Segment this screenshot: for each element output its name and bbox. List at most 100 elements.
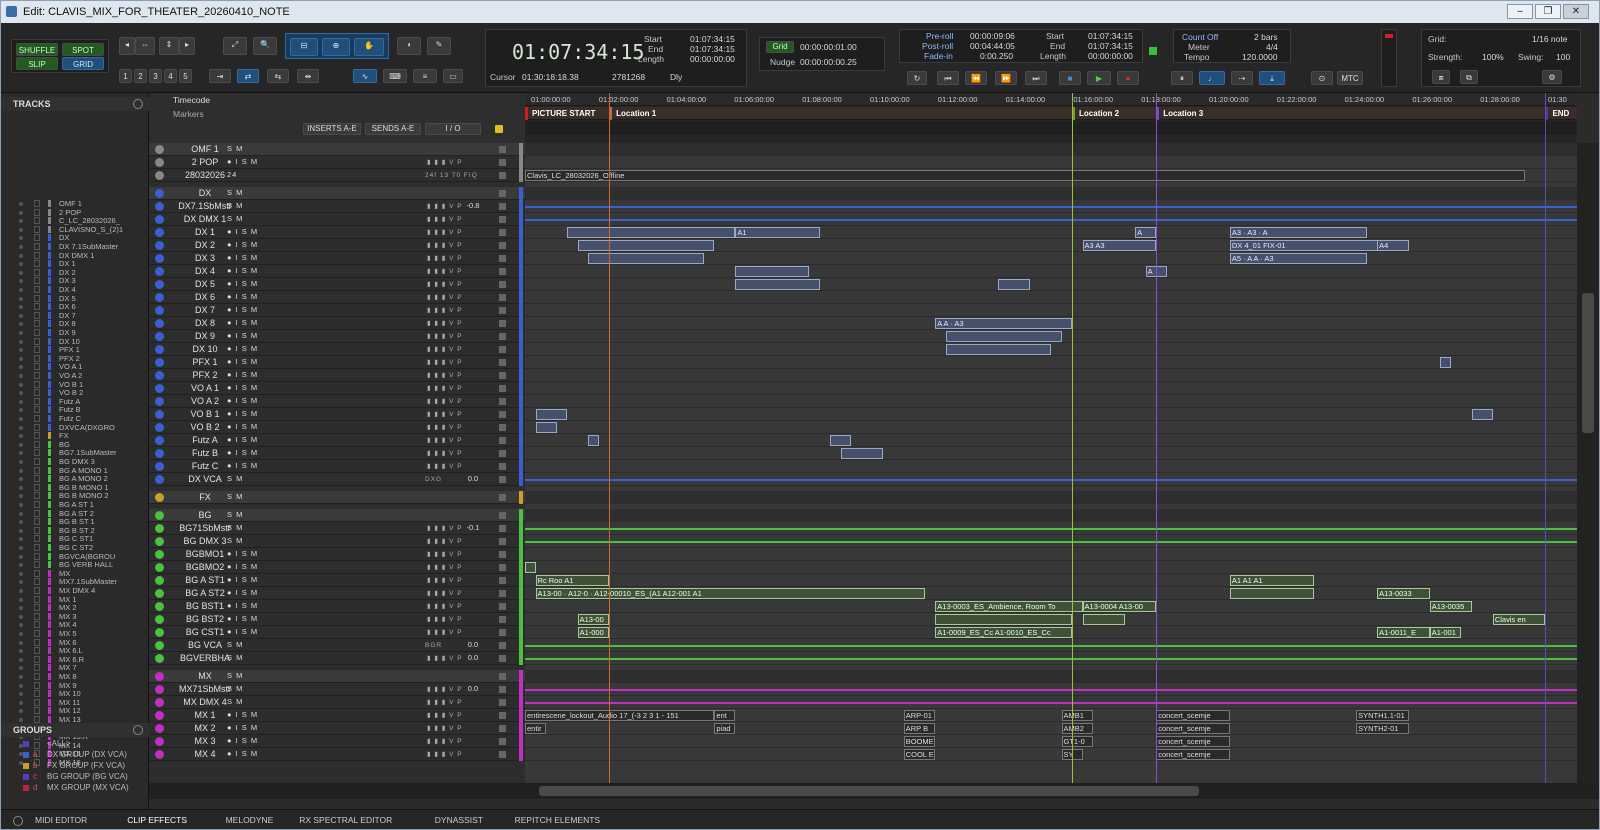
track-visibility-dot[interactable]: [19, 511, 23, 516]
quantize-icon[interactable]: ⧈: [1432, 70, 1450, 84]
track-visibility-dot[interactable]: [19, 485, 23, 490]
track-show-checkbox[interactable]: [34, 372, 40, 379]
track-visibility-dot[interactable]: [19, 408, 23, 413]
audio-clip[interactable]: [945, 331, 1062, 342]
track-solo-mute[interactable]: ● I S M: [227, 722, 258, 734]
track-menu-icon[interactable]: [499, 686, 506, 693]
track-show-checkbox[interactable]: [34, 578, 40, 586]
magnifier-tool-icon[interactable]: 🔍: [253, 37, 277, 55]
track-header[interactable]: VO A 1 ● I S M ▮ ▮ ▮ V P: [149, 382, 525, 395]
track-solo-mute[interactable]: ● I S M: [227, 709, 258, 721]
track-visibility-dot[interactable]: [19, 520, 23, 525]
track-playlist[interactable]: A13-00 · A12-0 · A12-00010_ES_(A1 A12-00…: [525, 587, 1577, 600]
track-visibility-dot[interactable]: [19, 442, 23, 447]
track-playlist[interactable]: [525, 652, 1577, 665]
audio-clip[interactable]: [577, 240, 715, 251]
track-header[interactable]: Futz B ● I S M ▮ ▮ ▮ V P: [149, 447, 525, 460]
track-playlist[interactable]: [525, 213, 1577, 226]
track-menu-icon[interactable]: [499, 307, 506, 314]
preroll-value[interactable]: 00:00:09:06: [970, 31, 1015, 41]
track-playlist[interactable]: [525, 696, 1577, 709]
tempo-ruler[interactable]: [525, 121, 1577, 134]
track-show-checkbox[interactable]: [34, 277, 40, 285]
track-playlist[interactable]: entir piad ARP B AMB2 concert_scemje SYNTH2-0…: [525, 722, 1577, 735]
track-playlist[interactable]: [525, 670, 1577, 683]
main-counter[interactable]: 01:07:34:15: [512, 40, 644, 64]
marker-loc2[interactable]: Location 2: [1072, 107, 1119, 120]
grabber-tool-icon[interactable]: ✋: [354, 38, 384, 56]
stop-icon[interactable]: ■: [1059, 71, 1081, 85]
track-visibility-dot[interactable]: [19, 270, 23, 275]
track-header[interactable]: DX 2 ● I S M ▮ ▮ ▮ V P: [149, 239, 525, 252]
track-volume[interactable]: 0.0: [461, 473, 485, 485]
bottom-tab[interactable]: CLIP EFFECTS: [127, 815, 187, 825]
settings-gear-icon[interactable]: ⚙: [1542, 70, 1562, 84]
track-playlist[interactable]: BOOME GT1-0 concert_scemje: [525, 735, 1577, 748]
track-visibility-dot[interactable]: [19, 202, 23, 206]
loop-record-icon[interactable]: ↻: [907, 71, 927, 85]
zoomer-tool-icon[interactable]: ⤢: [223, 37, 247, 55]
track-menu-icon[interactable]: [499, 424, 506, 431]
track-playlist[interactable]: [525, 304, 1577, 317]
play-icon[interactable]: ▶: [1087, 71, 1111, 85]
track-show-checkbox[interactable]: [34, 208, 40, 216]
track-solo-mute[interactable]: ● I S M: [227, 626, 258, 638]
track-visibility-dot[interactable]: [19, 640, 23, 645]
panel-menu-icon[interactable]: [13, 816, 23, 826]
track-solo-mute[interactable]: S M: [227, 652, 243, 664]
link-timeline-icon[interactable]: ⊙: [1311, 71, 1333, 85]
track-header[interactable]: VO A 2 ● I S M ▮ ▮ ▮ V P: [149, 395, 525, 408]
track-visibility-dot[interactable]: [19, 614, 23, 619]
track-menu-icon[interactable]: [499, 699, 506, 706]
zoom-horizontal-icon[interactable]: ⇔: [135, 37, 155, 55]
audio-clip[interactable]: A1-001: [1429, 627, 1462, 638]
track-solo-mute[interactable]: ● I S M: [227, 382, 258, 394]
track-solo-mute[interactable]: ● I S M: [227, 156, 258, 168]
bottom-tab[interactable]: MELODYNE: [226, 815, 274, 825]
track-visibility-dot[interactable]: [19, 554, 23, 559]
track-visibility-dot[interactable]: [19, 374, 23, 378]
fast-forward-icon[interactable]: ⏩: [995, 71, 1017, 85]
track-header[interactable]: PFX 1 ● I S M ▮ ▮ ▮ V P: [149, 356, 525, 369]
bottom-tab[interactable]: RX SPECTRAL EDITOR: [299, 815, 392, 825]
track-menu-icon[interactable]: [499, 603, 506, 610]
track-playlist[interactable]: [525, 491, 1577, 504]
track-menu-icon[interactable]: [499, 577, 506, 584]
track-header[interactable]: DX DMX 1S M ▮ ▮ ▮ V P: [149, 213, 525, 226]
audio-clip[interactable]: A1 A1 A1: [1229, 575, 1314, 586]
track-menu-icon[interactable]: [499, 294, 506, 301]
horizontal-scroll-thumb[interactable]: [539, 786, 1199, 796]
track-visibility-dot[interactable]: [19, 227, 23, 232]
track-header[interactable]: BG A ST1 ● I S M ▮ ▮ ▮ V P: [149, 574, 525, 587]
track-solo-mute[interactable]: ● I S M: [227, 291, 258, 303]
track-menu-icon[interactable]: [499, 751, 506, 758]
track-menu-icon[interactable]: [499, 738, 506, 745]
group-list-item[interactable]: <ALL>: [1, 739, 141, 749]
track-header[interactable]: DX 9 ● I S M ▮ ▮ ▮ V P: [149, 330, 525, 343]
track-visibility-dot[interactable]: [19, 288, 23, 292]
track-solo-mute[interactable]: ● I S M: [227, 252, 258, 264]
track-menu-icon[interactable]: [499, 346, 506, 353]
track-show-checkbox[interactable]: [34, 200, 40, 207]
swing-value[interactable]: 100: [1556, 52, 1570, 62]
track-menu-icon[interactable]: [499, 172, 506, 179]
track-menu-icon[interactable]: [499, 494, 506, 501]
audio-clip[interactable]: A1-0009_ES_Cc A1-0010_ES_Cc: [935, 627, 1073, 638]
track-show-checkbox[interactable]: [34, 561, 40, 569]
audio-clip[interactable]: [735, 279, 820, 290]
track-show-checkbox[interactable]: [34, 690, 40, 698]
track-menu-icon[interactable]: [499, 281, 506, 288]
sel2-start-value[interactable]: 01:07:34:15: [1088, 31, 1133, 41]
track-header[interactable]: 2 POP ● I S M ▮ ▮ ▮ V P: [149, 156, 525, 169]
audio-clip[interactable]: [567, 227, 736, 238]
track-playlist[interactable]: [525, 434, 1577, 447]
track-show-checkbox[interactable]: [34, 268, 40, 276]
strength-value[interactable]: 100%: [1482, 52, 1504, 62]
track-menu-icon[interactable]: [499, 203, 506, 210]
audio-clip[interactable]: GT1-0: [1061, 736, 1094, 747]
track-solo-mute[interactable]: ● I S M: [227, 447, 258, 459]
track-header[interactable]: MX 3 ● I S M ▮ ▮ ▮ V P: [149, 735, 525, 748]
track-playlist[interactable]: [525, 639, 1577, 652]
track-header[interactable]: BG DMX 3S M ▮ ▮ ▮ V P: [149, 535, 525, 548]
track-playlist[interactable]: COOL E SY concert_scemje: [525, 748, 1577, 761]
